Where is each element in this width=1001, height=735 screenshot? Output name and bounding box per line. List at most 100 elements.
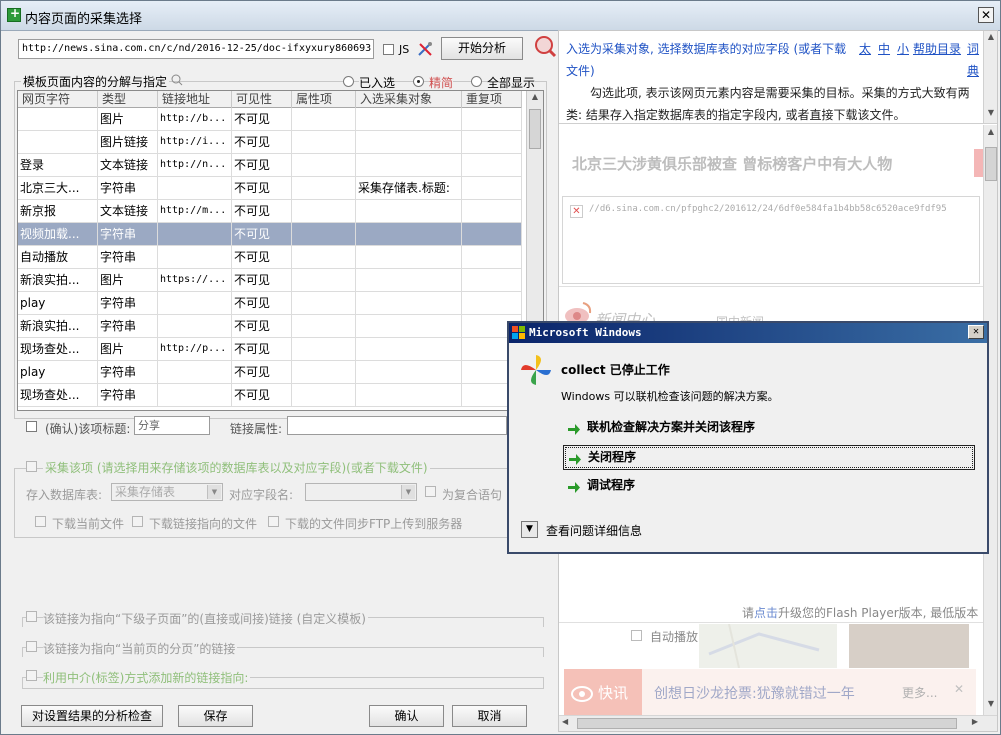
col-header-target[interactable]: 入选采集对象: [356, 91, 462, 108]
col-header-attr[interactable]: 属性项: [292, 91, 356, 108]
app-icon: [7, 6, 21, 22]
title-input[interactable]: 分享: [134, 416, 210, 435]
preview-divider: [559, 286, 984, 287]
analysis-check-button[interactable]: 对设置结果的分析检查: [21, 705, 163, 727]
cell-target: 采集存储表.标题:: [356, 177, 462, 200]
scroll-up-arrow[interactable]: ▲: [529, 92, 541, 106]
radio-selected-only[interactable]: [343, 76, 354, 87]
download-link-checkbox[interactable]: [132, 516, 143, 527]
help-scrollbar[interactable]: ▲ ▼: [983, 31, 997, 123]
help-contents-link[interactable]: 帮助目录: [913, 40, 961, 57]
preview-scroll-thumb[interactable]: [985, 147, 997, 181]
tools-icon[interactable]: [416, 40, 434, 58]
autoplay-checkbox[interactable]: [631, 630, 642, 641]
radio-show-all[interactable]: [471, 76, 482, 87]
intermediary-checkbox[interactable]: [26, 670, 37, 681]
scroll-thumb[interactable]: [529, 109, 541, 149]
db-table-select[interactable]: 采集存储表: [111, 483, 223, 501]
start-analysis-button[interactable]: 开始分析: [441, 37, 523, 60]
download-current-checkbox[interactable]: [35, 516, 46, 527]
window-close-button[interactable]: ✕: [978, 7, 994, 23]
cell-visibility: 不可见: [232, 108, 292, 131]
preview-hscrollbar[interactable]: ◀ ▶: [559, 715, 997, 731]
url-input[interactable]: http://news.sina.com.cn/c/nd/2016-12-25/…: [18, 39, 374, 59]
window-title: 内容页面的采集选择: [25, 12, 143, 27]
table-row[interactable]: 新京报 文本链接 http://m... 不可见: [18, 200, 522, 223]
cell-repeat: [462, 131, 522, 154]
details-expand-button[interactable]: ▼: [521, 521, 538, 538]
intermediary-label: 利用中介(标签)方式添加新的链接指向:: [43, 669, 251, 686]
flash-update-link[interactable]: 点击: [754, 606, 778, 620]
check-online-option[interactable]: 联机检查解决方案并关闭该程序: [563, 416, 975, 441]
link-attr-input[interactable]: [287, 416, 507, 435]
radio-show-all-label: 全部显示: [487, 74, 536, 91]
green-arrow-icon: [568, 451, 582, 465]
dialog-close-button[interactable]: ✕: [968, 325, 984, 339]
table-row[interactable]: 视频加载... 字符串 不可见: [18, 223, 522, 246]
table-row[interactable]: 北京三大... 字符串 不可见 采集存储表.标题:: [18, 177, 522, 200]
cell-target: [356, 315, 462, 338]
table-row[interactable]: 新浪实拍... 图片 https://... 不可见: [18, 269, 522, 292]
windows-logo-icon: [512, 326, 525, 339]
debug-program-option[interactable]: 调试程序: [563, 474, 975, 499]
col-header-type[interactable]: 类型: [98, 91, 158, 108]
ticker-headline[interactable]: 创想日沙龙抢票:犹豫就错过一年: [654, 683, 855, 703]
preview-scroll-right[interactable]: ▶: [972, 717, 978, 726]
search-magnifier-icon[interactable]: [533, 34, 557, 58]
cell-text: 自动播放: [18, 246, 98, 269]
cell-target: [356, 361, 462, 384]
help-scroll-up[interactable]: ▲: [985, 32, 997, 46]
close-program-option[interactable]: 关闭程序: [563, 445, 975, 470]
cell-target: [356, 246, 462, 269]
col-header-link[interactable]: 链接地址: [158, 91, 232, 108]
table-row[interactable]: 登录 文本链接 http://n... 不可见: [18, 154, 522, 177]
download-current-label: 下载当前文件: [52, 517, 125, 531]
table-row[interactable]: play 字符串 不可见: [18, 361, 522, 384]
field-name-select[interactable]: [305, 483, 417, 501]
confirm-button[interactable]: 确认: [369, 705, 444, 727]
composite-checkbox[interactable]: [425, 486, 436, 497]
table-row[interactable]: 新浪实拍... 字符串 不可见: [18, 315, 522, 338]
element-table[interactable]: 网页字符 类型 链接地址 可见性 属性项 入选采集对象 重复项 图片 http:/…: [17, 90, 544, 411]
confirm-title-checkbox[interactable]: [26, 421, 37, 432]
save-button[interactable]: 保存: [178, 705, 253, 727]
cell-target: [356, 131, 462, 154]
table-row[interactable]: 图片链接 http://i... 不可见: [18, 131, 522, 154]
preview-scroll-left[interactable]: ◀: [562, 717, 568, 726]
font-large-link[interactable]: 太: [859, 40, 871, 57]
cancel-button[interactable]: 取消: [452, 705, 527, 727]
font-small-link[interactable]: 小: [897, 40, 909, 57]
js-checkbox[interactable]: [383, 44, 394, 55]
font-medium-link[interactable]: 中: [878, 40, 890, 57]
preview-image-box: ✕ //d6.sina.com.cn/pfpghc2/201612/24/6df…: [562, 196, 980, 284]
cell-attr: [292, 292, 356, 315]
details-label[interactable]: 查看问题详细信息: [546, 522, 642, 539]
table-row[interactable]: play 字符串 不可见: [18, 292, 522, 315]
table-row[interactable]: 现场查处... 字符串 不可见: [18, 384, 522, 407]
table-body: 图片 http://b... 不可见 图片链接 http://i... 不可见 登录 文本链接…: [18, 108, 522, 407]
cell-type: 图片: [98, 108, 158, 131]
collect-item-checkbox[interactable]: [26, 461, 37, 472]
cell-type: 字符串: [98, 177, 158, 200]
col-header-visibility[interactable]: 可见性: [232, 91, 292, 108]
cell-type: 文本链接: [98, 200, 158, 223]
dictionary-link[interactable]: 词: [967, 40, 979, 57]
ftp-sync-checkbox[interactable]: [268, 516, 279, 527]
dictionary-link-2[interactable]: 典: [967, 62, 979, 79]
paging-checkbox[interactable]: [26, 641, 37, 652]
preview-scroll-down[interactable]: ▼: [985, 699, 997, 713]
radio-simplified[interactable]: [413, 76, 424, 87]
table-row[interactable]: 自动播放 字符串 不可见: [18, 246, 522, 269]
col-header-repeat[interactable]: 重复项: [462, 91, 522, 108]
preview-hscroll-thumb[interactable]: [577, 718, 957, 729]
col-header-text[interactable]: 网页字符: [18, 91, 98, 108]
cell-link: [158, 361, 232, 384]
sub-page-checkbox[interactable]: [26, 611, 37, 622]
check-online-label: 联机检查解决方案并关闭该程序: [587, 420, 756, 434]
preview-scroll-up[interactable]: ▲: [985, 127, 997, 141]
table-row[interactable]: 图片 http://b... 不可见: [18, 108, 522, 131]
ticker-more-link[interactable]: 更多...: [902, 684, 937, 701]
table-row[interactable]: 现场查处... 图片 http://p... 不可见: [18, 338, 522, 361]
ticker-close-icon[interactable]: ✕: [954, 682, 964, 696]
help-scroll-down[interactable]: ▼: [985, 108, 997, 122]
